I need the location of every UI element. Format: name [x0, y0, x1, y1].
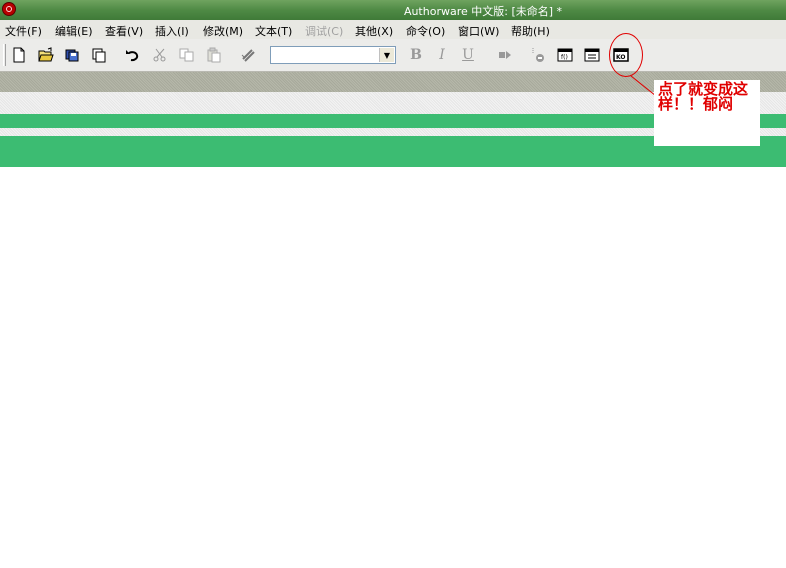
annotation-text: 点了就变成这样！！郁闷	[658, 80, 749, 113]
functions-icon[interactable]: f()	[555, 45, 575, 65]
menu-other[interactable]: 其他(X)	[355, 23, 393, 39]
menu-file[interactable]: 文件(F)	[5, 23, 42, 39]
find-icon[interactable]	[238, 45, 258, 65]
menu-window[interactable]: 窗口(W)	[458, 23, 499, 39]
italic-icon[interactable]: I	[432, 45, 452, 65]
menu-bar: 文件(F) 编辑(E) 查看(V) 插入(I) 修改(M) 文本(T) 调试(C…	[0, 20, 786, 39]
menu-help[interactable]: 帮助(H)	[511, 23, 550, 39]
menu-modify[interactable]: 修改(M)	[203, 23, 243, 39]
menu-debug[interactable]: 调试(C)	[305, 23, 343, 39]
menu-view[interactable]: 查看(V)	[105, 23, 143, 39]
italic-label: I	[439, 47, 445, 63]
menu-commands[interactable]: 命令(O)	[406, 23, 445, 39]
menu-insert[interactable]: 插入(I)	[155, 23, 189, 39]
paste-icon[interactable]	[204, 45, 224, 65]
annotation-note: 点了就变成这样！！郁闷	[654, 80, 760, 146]
variables-icon[interactable]	[582, 45, 602, 65]
menu-edit[interactable]: 编辑(E)	[55, 23, 93, 39]
cut-icon[interactable]	[150, 45, 170, 65]
new-file-icon[interactable]	[9, 45, 29, 65]
toolbar-grip[interactable]	[3, 44, 6, 66]
underline-icon[interactable]: U	[458, 45, 478, 65]
undo-icon[interactable]	[123, 45, 143, 65]
title-bar: Authorware 中文版: [未命名] *	[0, 0, 786, 20]
run-icon[interactable]	[495, 45, 515, 65]
save-all-icon[interactable]	[63, 45, 83, 65]
window-title: Authorware 中文版: [未命名] *	[403, 5, 563, 18]
annotation-circle	[609, 33, 643, 77]
menu-text[interactable]: 文本(T)	[255, 23, 292, 39]
svg-text:f(): f()	[561, 54, 568, 61]
bold-icon[interactable]: B	[406, 45, 426, 65]
open-folder-icon[interactable]	[36, 45, 56, 65]
chevron-down-icon[interactable]: ▼	[379, 48, 394, 62]
bold-label: B	[410, 47, 422, 63]
underline-label: U	[462, 47, 474, 63]
copy-icon[interactable]	[177, 45, 197, 65]
control-panel-icon[interactable]	[528, 45, 548, 65]
toolbar: ▼ B I U f() KO	[0, 39, 786, 72]
import-icon[interactable]	[89, 45, 109, 65]
font-dropdown[interactable]: ▼	[270, 46, 396, 64]
